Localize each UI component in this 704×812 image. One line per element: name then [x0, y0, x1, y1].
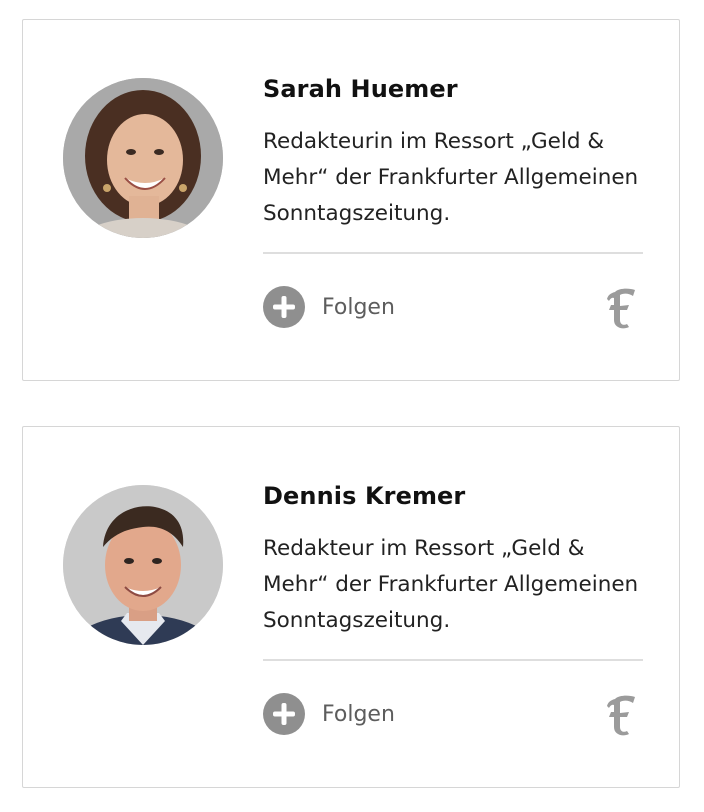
faz-logo-icon — [605, 286, 639, 330]
follow-button[interactable]: Folgen — [263, 286, 395, 328]
author-description: Redakteurin im Ressort „Geld & Mehr“ der… — [263, 129, 639, 226]
follow-label: Folgen — [322, 294, 395, 320]
divider — [263, 659, 643, 661]
author-card: Sarah Huemer Redakteurin im Ressort „Gel… — [22, 19, 680, 381]
faz-logo-icon — [605, 693, 639, 737]
author-description: Redakteur im Ressort „Geld & Mehr“ der F… — [263, 536, 639, 633]
plus-circle-icon — [263, 693, 305, 735]
author-avatar[interactable] — [63, 78, 223, 238]
follow-label: Folgen — [322, 701, 395, 727]
follow-button[interactable]: Folgen — [263, 693, 395, 735]
author-name[interactable]: Dennis Kremer — [263, 482, 465, 510]
author-avatar[interactable] — [63, 485, 223, 645]
divider — [263, 252, 643, 254]
author-card: Dennis Kremer Redakteur im Ressort „Geld… — [22, 426, 680, 788]
author-photo — [63, 485, 223, 645]
author-photo — [63, 78, 223, 238]
plus-circle-icon — [263, 286, 305, 328]
author-name[interactable]: Sarah Huemer — [263, 75, 458, 103]
